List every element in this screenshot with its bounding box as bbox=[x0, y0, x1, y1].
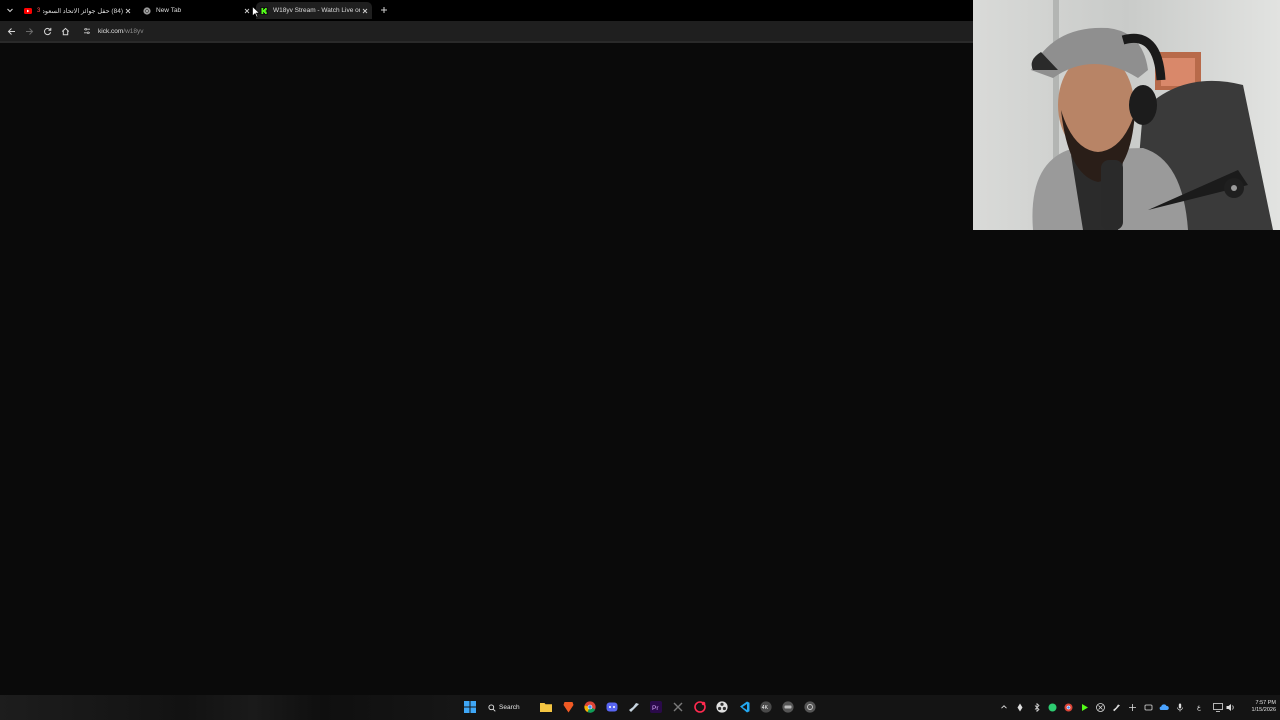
chrome-icon bbox=[143, 6, 151, 15]
forward-button[interactable] bbox=[23, 25, 35, 37]
reload-button[interactable] bbox=[41, 25, 53, 37]
xbox-icon[interactable] bbox=[671, 700, 685, 714]
system-clock[interactable]: 7:57 PM 1/15/2026 bbox=[1240, 700, 1276, 714]
kick-icon bbox=[260, 6, 268, 15]
brave-icon[interactable] bbox=[561, 700, 575, 714]
home-button[interactable] bbox=[59, 25, 71, 37]
youtube-icon bbox=[24, 7, 32, 15]
back-button[interactable] bbox=[5, 25, 17, 37]
tab-kick-stream[interactable]: W18yv Stream - Watch Live on bbox=[256, 2, 372, 19]
chevron-up-icon[interactable] bbox=[999, 702, 1009, 712]
tab-new-tab[interactable]: New Tab bbox=[139, 2, 254, 19]
discord-icon[interactable] bbox=[605, 700, 619, 714]
plus-icon bbox=[381, 7, 387, 13]
language-indicator[interactable]: ع bbox=[1194, 702, 1204, 712]
app-icon[interactable] bbox=[1127, 702, 1137, 712]
microphone-icon[interactable] bbox=[1175, 702, 1185, 712]
close-icon[interactable] bbox=[360, 6, 369, 15]
steam-icon[interactable] bbox=[627, 700, 641, 714]
search-icon bbox=[488, 703, 496, 712]
mouse-cursor-icon bbox=[252, 6, 260, 18]
tab-search-button[interactable] bbox=[3, 3, 17, 17]
4k-app-icon[interactable]: 4K bbox=[759, 700, 773, 714]
svg-text:Pr: Pr bbox=[652, 705, 659, 712]
chrome-icon[interactable] bbox=[583, 700, 597, 714]
steam-icon[interactable] bbox=[1111, 702, 1121, 712]
arrow-right-icon bbox=[25, 27, 33, 35]
webcam-overlay bbox=[973, 0, 1280, 230]
tab-title: W18yv Stream - Watch Live on bbox=[273, 7, 360, 14]
windows-start-icon[interactable] bbox=[463, 700, 477, 714]
chrome-icon[interactable] bbox=[1063, 702, 1073, 712]
bluetooth-icon[interactable] bbox=[1032, 702, 1042, 712]
reload-icon bbox=[43, 27, 51, 35]
home-icon bbox=[61, 27, 69, 35]
notification-badge: 3 bbox=[37, 7, 41, 14]
app-icon[interactable] bbox=[1047, 702, 1057, 712]
file-explorer-icon[interactable] bbox=[539, 700, 553, 714]
address-bar[interactable]: kick.com/w18yv bbox=[78, 22, 973, 40]
taskbar-search[interactable]: Search bbox=[488, 700, 530, 715]
url-text[interactable]: kick.com/w18yv bbox=[98, 28, 144, 35]
app-icon[interactable] bbox=[781, 700, 795, 714]
url-domain: kick.com bbox=[98, 27, 124, 35]
search-label: Search bbox=[499, 704, 520, 711]
obs-icon[interactable] bbox=[715, 700, 729, 714]
vscode-icon[interactable] bbox=[737, 700, 751, 714]
site-info-icon[interactable] bbox=[82, 26, 92, 36]
arrow-left-icon bbox=[7, 27, 15, 35]
close-icon[interactable] bbox=[242, 6, 251, 15]
chevron-down-icon bbox=[7, 8, 13, 13]
taskbar-wallpaper bbox=[0, 695, 460, 720]
new-tab-button[interactable] bbox=[378, 4, 390, 16]
tab-title: (84) حفل جوائز الاتحاد السعودي bbox=[43, 7, 123, 15]
taskbar: Search Pr 4K ع 7:57 PM 1/15/2026 bbox=[0, 695, 1280, 720]
app-icon[interactable] bbox=[803, 700, 817, 714]
opera-gx-icon[interactable] bbox=[693, 700, 707, 714]
tab-title: New Tab bbox=[156, 7, 182, 14]
volume-icon[interactable] bbox=[1226, 702, 1236, 712]
tab-youtube[interactable]: 3 (84) حفل جوائز الاتحاد السعودي bbox=[20, 2, 135, 19]
close-icon[interactable] bbox=[123, 6, 132, 15]
url-path: /w18yv bbox=[123, 27, 144, 35]
display-icon[interactable] bbox=[1213, 702, 1223, 712]
app-icon[interactable] bbox=[1143, 702, 1153, 712]
app-icon[interactable] bbox=[1079, 702, 1089, 712]
cloud-icon[interactable] bbox=[1159, 702, 1169, 712]
premiere-icon[interactable]: Pr bbox=[649, 700, 663, 714]
app-icon[interactable] bbox=[1015, 702, 1025, 712]
clock-time: 7:57 PM bbox=[1255, 700, 1276, 706]
svg-text:4K: 4K bbox=[762, 705, 769, 711]
clock-date: 1/15/2026 bbox=[1251, 707, 1276, 713]
xbox-icon[interactable] bbox=[1095, 702, 1105, 712]
